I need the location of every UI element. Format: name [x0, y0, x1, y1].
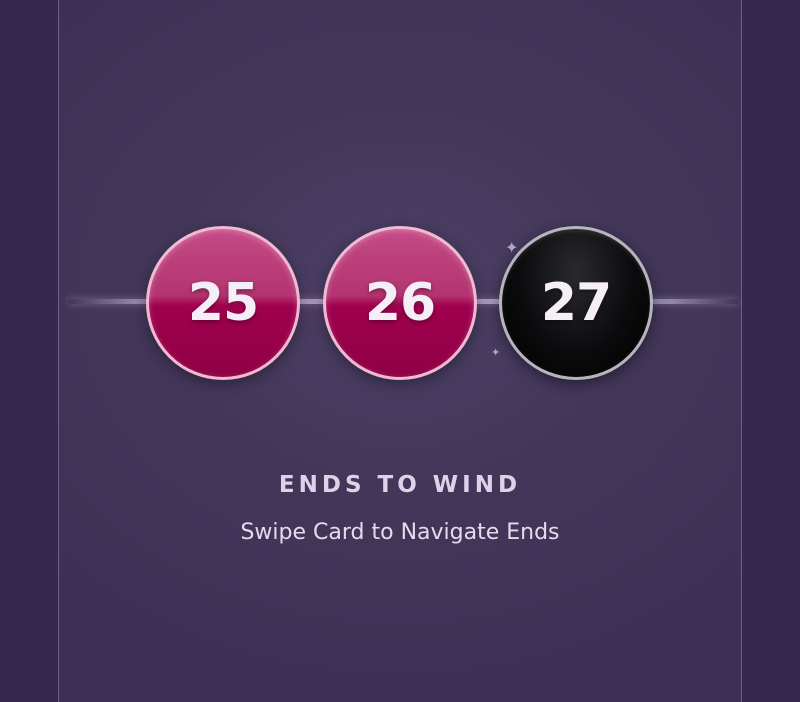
screen: 25 26 27 ✦ ✦ ENDS TO WIND Swipe Card to … [0, 0, 800, 702]
end-number: 27 [540, 273, 612, 333]
end-bubble-27[interactable]: 27 [499, 226, 653, 380]
end-bubble-26[interactable]: 26 [323, 226, 477, 380]
end-number: 25 [187, 273, 259, 333]
sparkle-icon: ✦ [505, 238, 519, 257]
background-left [0, 0, 58, 702]
section-heading: ENDS TO WIND [278, 472, 522, 498]
background-right [742, 0, 800, 702]
end-number: 26 [364, 273, 436, 333]
instruction-text: Swipe Card to Navigate Ends [240, 520, 560, 545]
sparkle-icon: ✦ [491, 346, 501, 359]
end-bubble-25[interactable]: 25 [146, 226, 300, 380]
